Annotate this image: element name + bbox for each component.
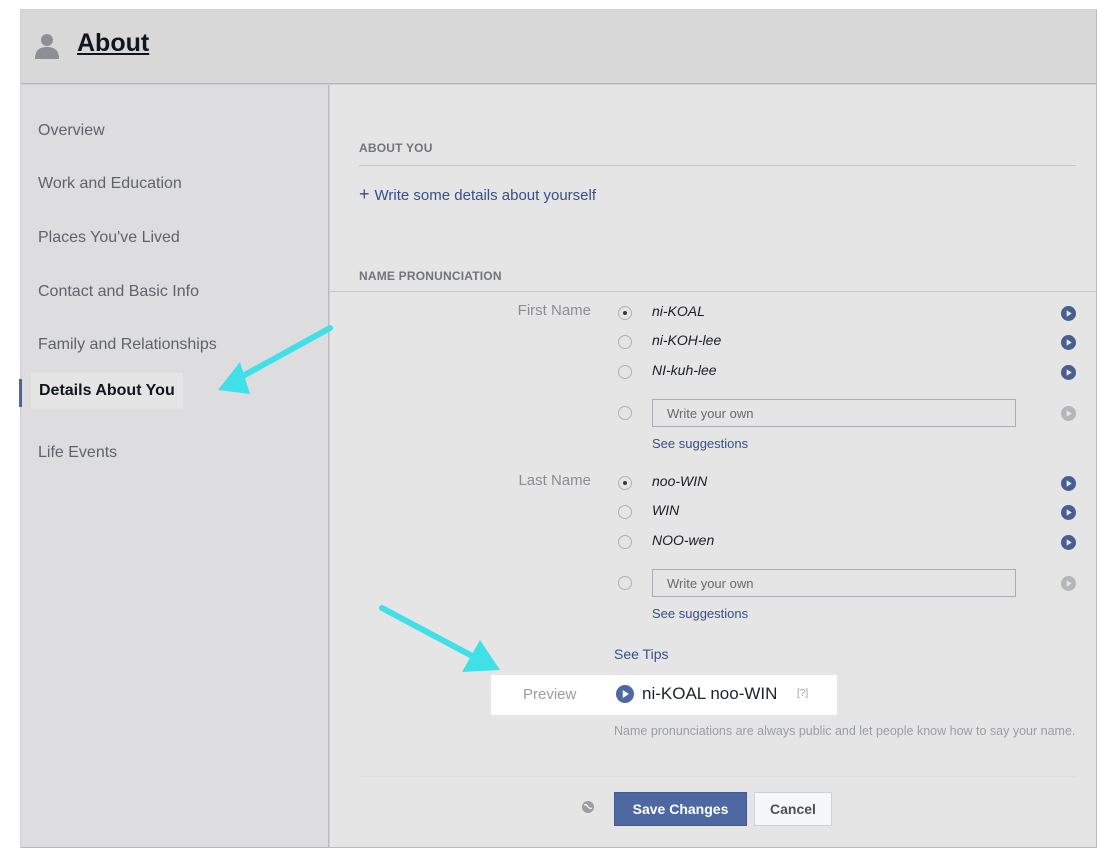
play-icon[interactable]	[1061, 476, 1076, 491]
divider	[359, 165, 1076, 166]
first-name-radio-own[interactable]	[618, 406, 632, 420]
play-icon[interactable]	[1061, 365, 1076, 380]
first-name-radio-1[interactable]	[618, 306, 632, 320]
sidebar-item-contact-info[interactable]: Contact and Basic Info	[38, 283, 199, 301]
save-changes-button[interactable]: Save Changes	[614, 792, 747, 826]
last-name-radio-own[interactable]	[618, 576, 632, 590]
last-name-radio-1[interactable]	[618, 476, 632, 490]
sidebar-item-work-education[interactable]: Work and Education	[38, 175, 182, 193]
last-name-option-1: noo-WIN	[652, 473, 708, 489]
add-details-link[interactable]: + Write some details about yourself	[359, 184, 596, 205]
preview-row: Preview ni-KOAL noo-WIN [?]	[491, 675, 837, 715]
see-tips-link[interactable]: See Tips	[614, 646, 668, 662]
first-name-radio-3[interactable]	[618, 365, 632, 379]
page-header: About	[21, 10, 1096, 84]
last-name-label: Last Name	[518, 472, 591, 489]
sidebar-item-places-lived[interactable]: Places You've Lived	[38, 229, 180, 247]
play-icon-disabled	[1061, 576, 1076, 591]
play-icon[interactable]	[1061, 335, 1076, 350]
add-details-label: Write some details about yourself	[374, 187, 597, 204]
first-name-option-3: NI-kuh-lee	[652, 362, 717, 378]
about-page: About Overview Work and Education Places…	[19, 9, 1097, 848]
person-icon	[35, 34, 59, 59]
play-icon[interactable]	[1061, 306, 1076, 321]
active-indicator	[19, 379, 22, 407]
first-name-suggestions-link[interactable]: See suggestions	[652, 436, 748, 451]
last-name-suggestions-link[interactable]: See suggestions	[652, 606, 748, 621]
cancel-button[interactable]: Cancel	[754, 792, 832, 826]
last-name-option-3: NOO-wen	[652, 532, 715, 548]
preview-text: ni-KOAL noo-WIN	[642, 684, 778, 703]
preview-help[interactable]: [?]	[797, 688, 808, 699]
first-name-label: First Name	[517, 302, 591, 319]
name-pronunciation-heading: NAME PRONUNCIATION	[359, 269, 502, 283]
sidebar: Overview Work and Education Places You'v…	[19, 85, 329, 847]
page-title[interactable]: About	[77, 29, 149, 58]
globe-icon[interactable]	[581, 800, 595, 814]
preview-label: Preview	[523, 686, 577, 703]
sidebar-item-life-events[interactable]: Life Events	[38, 444, 117, 462]
play-icon-disabled	[1061, 406, 1076, 421]
plus-icon: +	[359, 184, 370, 204]
sidebar-item-family-relationships[interactable]: Family and Relationships	[38, 336, 217, 354]
last-name-option-2: WIN	[652, 502, 680, 518]
first-name-own-input[interactable]	[652, 399, 1016, 427]
divider	[330, 291, 1096, 292]
first-name-option-2: ni-KOH-lee	[652, 332, 722, 348]
first-name-option-1: ni-KOAL	[652, 303, 705, 319]
last-name-radio-3[interactable]	[618, 535, 632, 549]
sidebar-item-overview[interactable]: Overview	[38, 122, 105, 140]
play-icon[interactable]	[1061, 535, 1076, 550]
last-name-radio-2[interactable]	[618, 505, 632, 519]
play-icon[interactable]	[1061, 505, 1076, 520]
pronunciation-note: Name pronunciations are always public an…	[614, 724, 1076, 738]
preview-play-icon[interactable]	[616, 685, 634, 703]
divider	[360, 776, 1076, 777]
about-you-heading: ABOUT YOU	[359, 141, 433, 155]
last-name-own-input[interactable]	[652, 569, 1016, 597]
sidebar-item-details-about-you[interactable]: Details About You	[31, 373, 183, 409]
first-name-radio-2[interactable]	[618, 335, 632, 349]
